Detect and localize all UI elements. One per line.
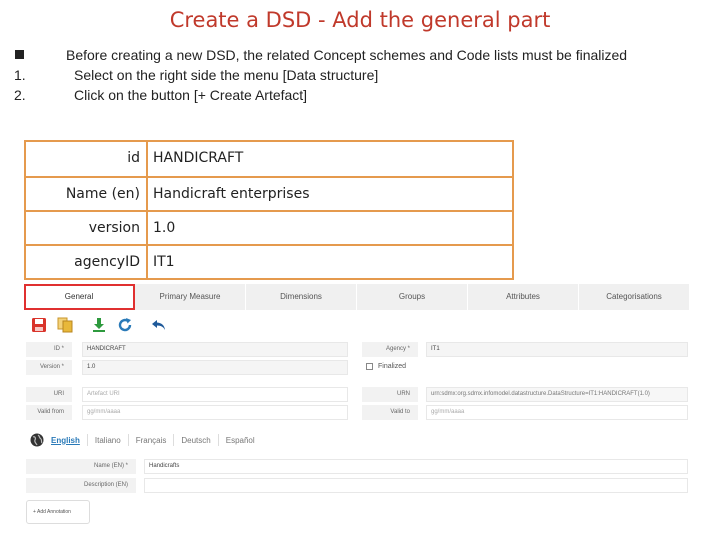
description-field[interactable] <box>144 478 688 493</box>
globe-icon <box>30 433 44 447</box>
tab-dimensions[interactable]: Dimensions <box>246 284 357 310</box>
property-value: IT1 <box>153 254 175 270</box>
version-label: Version * <box>26 360 72 375</box>
language-english[interactable]: English <box>51 436 80 445</box>
agency-field[interactable]: IT1 <box>426 342 688 357</box>
name-field[interactable]: Handicrafts <box>144 459 688 474</box>
name-label: Name (EN) * <box>26 459 136 474</box>
tab-groups[interactable]: Groups <box>357 284 468 310</box>
step-number: 1. <box>14 67 26 83</box>
property-row: Name (en) Handicraft enterprises <box>26 176 512 210</box>
instruction-text: Click on the button [+ Create Artefact] <box>74 87 308 103</box>
id-field[interactable]: HANDICRAFT <box>82 342 348 357</box>
language-selector: English Italiano Français Deutsch Españo… <box>30 432 255 448</box>
tab-bar: General Primary Measure Dimensions Group… <box>24 284 690 310</box>
valid-to-field[interactable]: gg/mm/aaaa <box>426 405 688 420</box>
language-deutsch[interactable]: Deutsch <box>181 436 210 445</box>
property-row: agencyID IT1 <box>26 244 512 278</box>
valid-from-label: Valid from <box>26 405 72 420</box>
page-title: Create a DSD - Add the general part <box>169 8 551 32</box>
dsd-editor-screenshot: General Primary Measure Dimensions Group… <box>24 282 690 532</box>
instruction-text: Select on the right side the menu [Data … <box>74 67 379 83</box>
property-row: version 1.0 <box>26 210 512 244</box>
finalized-checkbox[interactable]: Finalized <box>366 363 406 370</box>
instruction-text: Before creating a new DSD, the related C… <box>66 47 628 63</box>
property-value: Handicraft enterprises <box>153 186 310 202</box>
property-value: 1.0 <box>153 220 176 236</box>
download-button[interactable] <box>88 314 110 336</box>
agency-label: Agency * <box>362 342 418 357</box>
language-francais[interactable]: Français <box>136 436 167 445</box>
tab-attributes[interactable]: Attributes <box>468 284 579 310</box>
tab-primary-measure[interactable]: Primary Measure <box>135 284 246 310</box>
dsd-properties-table: id HANDICRAFT Name (en) Handicraft enter… <box>24 140 514 280</box>
property-key: Name (en) <box>26 178 148 210</box>
toolbar <box>28 314 174 336</box>
urn-field[interactable]: urn:sdmx:org.sdmx.infomodel.datastructur… <box>426 387 688 402</box>
property-value: HANDICRAFT <box>153 150 244 166</box>
refresh-icon <box>118 318 132 332</box>
refresh-button[interactable] <box>114 314 136 336</box>
property-key: version <box>26 212 148 244</box>
property-key: id <box>26 142 148 176</box>
language-espanol[interactable]: Español <box>226 436 255 445</box>
finalized-label: Finalized <box>378 363 407 370</box>
language-italiano[interactable]: Italiano <box>95 436 121 445</box>
step-number: 2. <box>14 87 26 103</box>
undo-icon <box>152 320 165 330</box>
tab-categorisations[interactable]: Categorisations <box>579 284 690 310</box>
version-field[interactable]: 1.0 <box>82 360 348 375</box>
download-icon <box>93 318 105 332</box>
copy-icon <box>57 317 73 333</box>
valid-to-label: Valid to <box>362 405 418 420</box>
property-row: id HANDICRAFT <box>26 142 512 176</box>
save-icon <box>32 318 46 332</box>
id-label: ID * <box>26 342 72 357</box>
save-button[interactable] <box>28 314 50 336</box>
valid-from-field[interactable]: gg/mm/aaaa <box>82 405 348 420</box>
copy-button[interactable] <box>54 314 76 336</box>
uri-label: URI <box>26 387 72 402</box>
description-label: Description (EN) <box>26 478 136 493</box>
checkbox-box[interactable] <box>366 363 373 370</box>
property-key: agencyID <box>26 246 148 278</box>
urn-label: URN <box>362 387 418 402</box>
add-annotation-button[interactable]: + Add Annotation <box>26 500 90 524</box>
uri-field[interactable]: Artefact URI <box>82 387 348 402</box>
tab-general[interactable]: General <box>24 284 135 310</box>
bullet-marker <box>14 45 54 65</box>
undo-button[interactable] <box>148 314 170 336</box>
